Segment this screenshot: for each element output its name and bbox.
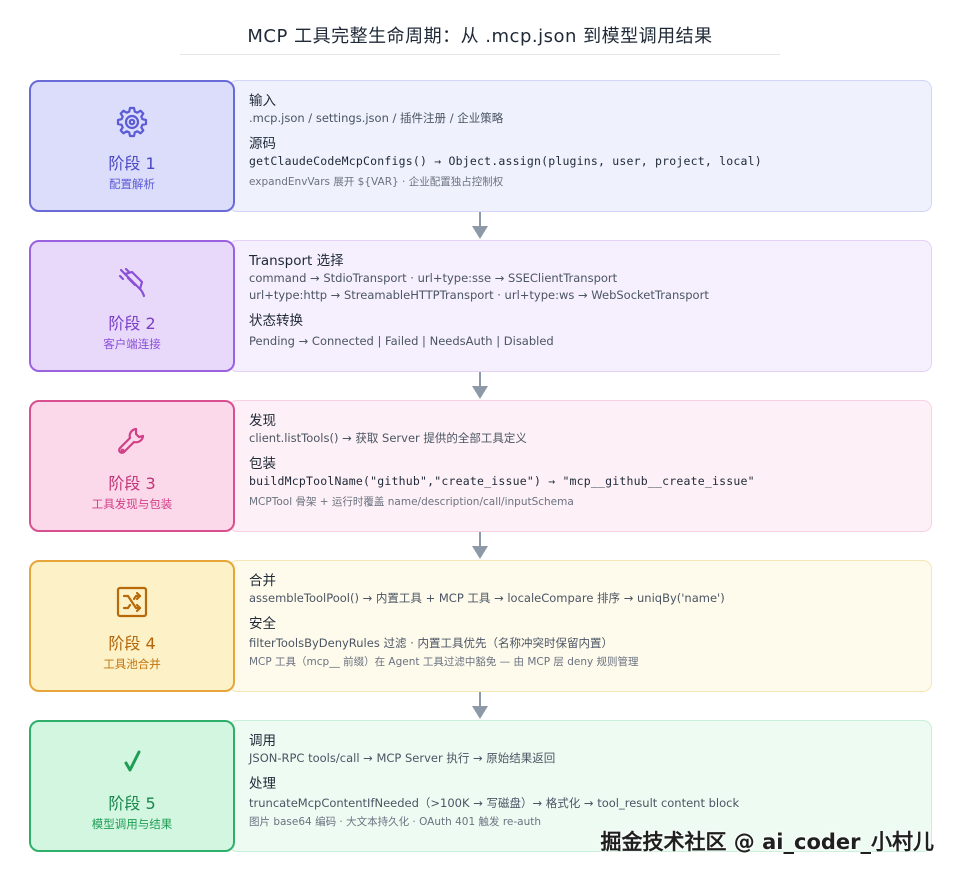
stage-5-content: 调用 JSON-RPC tools/call → MCP Server 执行 →… bbox=[249, 732, 919, 830]
section-text: filterToolsByDenyRules 过滤 · 内置工具优先（名称冲突时… bbox=[249, 636, 613, 650]
gear-icon bbox=[31, 104, 233, 140]
section-code: getClaudeCodeMcpConfigs() → Object.assig… bbox=[249, 154, 762, 168]
wrench-icon bbox=[31, 424, 233, 460]
section-heading: Transport 选择 bbox=[249, 253, 344, 269]
stage-1-content: 输入 .mcp.json / settings.json / 插件注册 / 企业… bbox=[249, 92, 919, 190]
stage-2: 阶段 2 客户端连接 Transport 选择 command → StdioT… bbox=[28, 240, 932, 372]
section-heading: 合并 bbox=[249, 573, 276, 589]
section-heading: 源码 bbox=[249, 136, 276, 152]
title-divider bbox=[180, 54, 780, 55]
stage-1: 阶段 1 配置解析 输入 .mcp.json / settings.json /… bbox=[28, 80, 932, 212]
stage-4-content: 合并 assembleToolPool() → 内置工具 + MCP 工具 → … bbox=[249, 572, 919, 670]
stage-1-name: 阶段 1 bbox=[108, 154, 156, 173]
section-code: buildMcpToolName("github","create_issue"… bbox=[249, 474, 755, 488]
stage-4-subtitle: 工具池合并 bbox=[103, 657, 161, 671]
flow-arrow bbox=[472, 372, 488, 399]
diagram-title: MCP 工具完整生命周期：从 .mcp.json 到模型调用结果 bbox=[247, 26, 713, 47]
stage-1-badge: 阶段 1 配置解析 bbox=[29, 80, 235, 212]
stage-2-subtitle: 客户端连接 bbox=[103, 337, 161, 351]
section-note: expandEnvVars 展开 ${VAR} · 企业配置独占控制权 bbox=[249, 176, 504, 188]
stage-1-subtitle: 配置解析 bbox=[109, 177, 155, 191]
section-heading: 状态转换 bbox=[249, 313, 303, 329]
checkmark-icon bbox=[31, 744, 233, 780]
section-text: url+type:http → StreamableHTTPTransport … bbox=[249, 288, 709, 302]
stage-3-content: 发现 client.listTools() → 获取 Server 提供的全部工… bbox=[249, 412, 919, 510]
watermark: 掘金技术社区 @ ai_coder_小村儿 bbox=[600, 830, 935, 854]
section-text: JSON-RPC tools/call → MCP Server 执行 → 原始… bbox=[249, 751, 556, 765]
stage-3-badge: 阶段 3 工具发现与包装 bbox=[29, 400, 235, 532]
flow-arrow bbox=[472, 212, 488, 239]
stage-4-badge: 阶段 4 工具池合并 bbox=[29, 560, 235, 692]
stage-2-content: Transport 选择 command → StdioTransport · … bbox=[249, 252, 919, 350]
stage-3-subtitle: 工具发现与包装 bbox=[91, 497, 173, 511]
section-heading: 发现 bbox=[249, 413, 276, 429]
shuffle-icon bbox=[31, 584, 233, 620]
section-heading: 处理 bbox=[249, 776, 276, 792]
section-note: MCP 工具（mcp__ 前缀）在 Agent 工具过滤中豁免 — 由 MCP … bbox=[249, 656, 639, 668]
stage-5-name: 阶段 5 bbox=[108, 794, 156, 813]
section-heading: 包装 bbox=[249, 456, 276, 472]
section-heading: 输入 bbox=[249, 93, 276, 109]
section-text: Pending → Connected | Failed | NeedsAuth… bbox=[249, 334, 554, 348]
section-text: assembleToolPool() → 内置工具 + MCP 工具 → loc… bbox=[249, 591, 725, 605]
plug-icon bbox=[31, 264, 233, 300]
stage-5-subtitle: 模型调用与结果 bbox=[91, 817, 173, 831]
section-text: command → StdioTransport · url+type:sse … bbox=[249, 271, 618, 285]
stage-2-name: 阶段 2 bbox=[108, 314, 156, 333]
section-heading: 安全 bbox=[249, 616, 276, 632]
section-text: .mcp.json / settings.json / 插件注册 / 企业策略 bbox=[249, 111, 504, 125]
stage-5-badge: 阶段 5 模型调用与结果 bbox=[29, 720, 235, 852]
flow-arrow bbox=[472, 532, 488, 559]
flow-arrow bbox=[472, 692, 488, 719]
section-note: MCPTool 骨架 + 运行时覆盖 name/description/call… bbox=[249, 496, 574, 508]
section-text: truncateMcpContentIfNeeded（>100K → 写磁盘）→… bbox=[249, 796, 740, 810]
stage-2-badge: 阶段 2 客户端连接 bbox=[29, 240, 235, 372]
section-heading: 调用 bbox=[249, 733, 276, 749]
stage-4: 阶段 4 工具池合并 合并 assembleToolPool() → 内置工具 … bbox=[28, 560, 932, 692]
stage-3: 阶段 3 工具发现与包装 发现 client.listTools() → 获取 … bbox=[28, 400, 932, 532]
stage-3-name: 阶段 3 bbox=[108, 474, 156, 493]
section-text: client.listTools() → 获取 Server 提供的全部工具定义 bbox=[249, 431, 527, 445]
stage-4-name: 阶段 4 bbox=[108, 634, 156, 653]
